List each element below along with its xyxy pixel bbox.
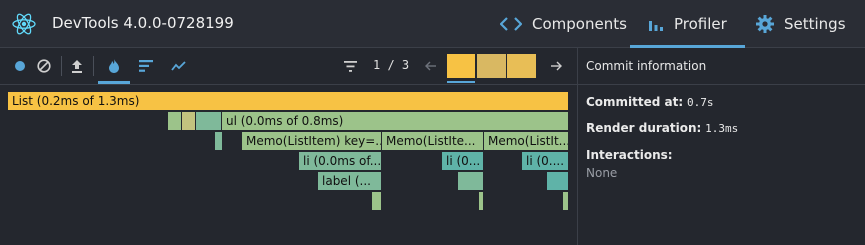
flame-chart-button[interactable]: [100, 48, 128, 84]
clear-icon: [37, 59, 51, 73]
top-bar: DevTools 4.0.0-0728199 Components Profil…: [0, 0, 865, 48]
flame-bar[interactable]: [547, 172, 569, 190]
code-icon: [500, 16, 522, 31]
tab-components[interactable]: Components: [500, 0, 627, 47]
sidebar-header: Commit information: [578, 48, 865, 85]
line-chart-icon: [170, 61, 186, 71]
flame-bar-ul[interactable]: ul (0.0ms of 0.8ms): [222, 112, 569, 130]
toolbar-separator: [61, 56, 62, 76]
flame-bar[interactable]: [182, 112, 196, 130]
react-logo-icon: [12, 13, 36, 35]
flame-bar[interactable]: [458, 172, 484, 190]
prev-commit-button[interactable]: [421, 48, 441, 84]
upload-icon: [72, 60, 82, 73]
flame-bar-li[interactable]: li (0....: [522, 152, 569, 170]
selected-commit-indicator: [447, 81, 475, 83]
flame-bar-memo-listitem[interactable]: Memo(ListItem) key=...: [242, 132, 382, 150]
toolbar-separator: [93, 56, 94, 76]
flame-bar-memo-listitem[interactable]: Memo(ListIte...: [382, 132, 484, 150]
flame-chart-active-indicator: [98, 81, 130, 84]
render-duration-value: 1.3ms: [705, 122, 739, 135]
flame-bar[interactable]: [372, 192, 382, 210]
clear-button[interactable]: [34, 48, 54, 84]
tab-profiler[interactable]: Profiler: [630, 0, 745, 48]
bar-chart-icon: [649, 20, 663, 31]
flame-icon: [109, 59, 119, 73]
filter-icon: [343, 60, 357, 72]
tab-profiler-label: Profiler: [674, 14, 727, 33]
tab-components-label: Components: [532, 14, 627, 33]
interactions-label: Interactions:: [586, 148, 673, 162]
arrow-right-icon: [551, 61, 562, 71]
interactions-label-row: Interactions:: [586, 148, 673, 162]
flame-bar-list[interactable]: List (0.2ms of 1.3ms): [8, 92, 569, 110]
commit-bar[interactable]: [477, 54, 506, 78]
export-button[interactable]: [67, 48, 87, 84]
flame-bar[interactable]: [479, 192, 484, 210]
flame-bar[interactable]: [196, 112, 222, 130]
committed-at-label: Committed at:: [586, 95, 684, 109]
render-duration-label: Render duration:: [586, 121, 702, 135]
tab-settings[interactable]: Settings: [756, 0, 846, 47]
flame-bar[interactable]: [168, 112, 182, 130]
sidebar-title: Commit information: [586, 59, 707, 73]
flame-bar[interactable]: [215, 132, 223, 150]
interactions-button[interactable]: [168, 48, 188, 84]
app-title: DevTools 4.0.0-0728199: [52, 14, 234, 32]
ranked-chart-button[interactable]: [136, 48, 156, 84]
commit-counter: 1 / 3: [373, 58, 410, 72]
flame-graph: List (0.2ms of 1.3ms) ul (0.0ms of 0.8ms…: [0, 85, 577, 245]
commit-bar[interactable]: [447, 54, 475, 78]
ranked-icon: [139, 60, 153, 72]
commit-bar[interactable]: [507, 54, 536, 78]
committed-at-row: Committed at: 0.7s: [586, 95, 714, 109]
flame-bar-label[interactable]: label (...: [318, 172, 382, 190]
record-button[interactable]: [10, 48, 30, 84]
flame-bar-li[interactable]: li (0...: [442, 152, 484, 170]
gear-icon: [756, 14, 774, 33]
interactions-value: None: [586, 166, 618, 180]
arrow-left-icon: [425, 61, 436, 71]
flame-bar-memo-listitem[interactable]: Memo(ListIt...: [484, 132, 569, 150]
render-duration-row: Render duration: 1.3ms: [586, 121, 738, 135]
committed-at-value: 0.7s: [687, 96, 714, 109]
flame-bar-li[interactable]: li (0.0ms of...: [299, 152, 382, 170]
filter-button[interactable]: [340, 48, 360, 84]
record-icon: [15, 61, 25, 71]
tab-settings-label: Settings: [784, 14, 846, 33]
next-commit-button[interactable]: [546, 48, 566, 84]
flame-bar[interactable]: [563, 192, 569, 210]
